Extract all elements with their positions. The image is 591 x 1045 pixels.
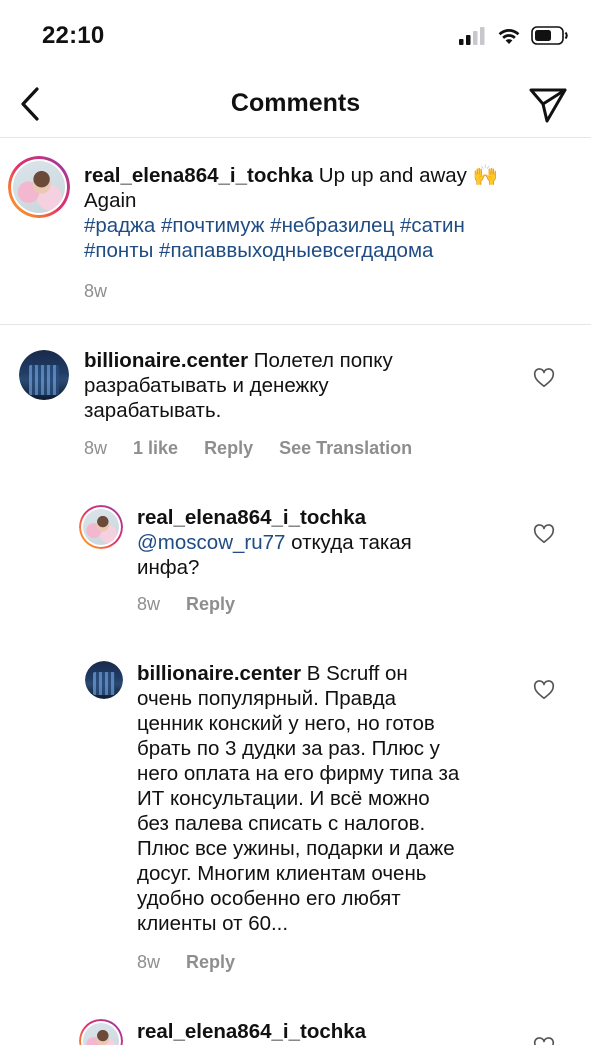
comment-username[interactable]: real_elena864_i_tochka — [137, 1020, 366, 1043]
like-heart-icon[interactable] — [533, 679, 555, 701]
reply-button[interactable]: Reply — [204, 438, 253, 459]
like-heart-icon[interactable] — [533, 1036, 555, 1045]
avatar[interactable] — [79, 1019, 123, 1045]
status-bar: 22:10 — [0, 0, 591, 72]
mention-link[interactable]: @moscow_ru77 — [137, 531, 285, 554]
wifi-icon — [498, 28, 520, 44]
cellular-signal-icon — [459, 26, 485, 45]
avatar[interactable] — [19, 350, 69, 400]
likes-count[interactable]: 1 like — [133, 438, 178, 459]
comment-meta: 8w 1 like Reply See Translation — [84, 438, 412, 459]
status-time: 22:10 — [42, 22, 105, 49]
see-translation-button[interactable]: See Translation — [279, 438, 412, 459]
status-icons — [459, 26, 569, 45]
caption-hashtags-1[interactable]: #раджа #почтимуж #небразилец #сатин — [84, 214, 465, 237]
comment-time: 8w — [84, 438, 108, 458]
caption-username[interactable]: real_elena864_i_tochka — [84, 164, 313, 187]
comment-meta: 8w Reply — [137, 952, 235, 973]
page-title: Comments — [230, 89, 361, 117]
avatar[interactable] — [85, 661, 123, 699]
caption-hashtags-2[interactable]: #понты #папаввыходныевсегдадома — [84, 239, 433, 262]
comment-time: 8w — [137, 952, 161, 972]
comment-text: billionaire.center Полетел попку разраба… — [84, 349, 393, 422]
comment-time: 8w — [137, 594, 161, 614]
comment-username[interactable]: billionaire.center — [84, 349, 248, 372]
comment-meta: 8w Reply — [137, 594, 235, 615]
comment-text: billionaire.center В Scruff он очень поп… — [137, 662, 460, 935]
comment-text: real_elena864_i_tochka — [137, 1019, 527, 1044]
comment-text: real_elena864_i_tochka @moscow_ru77 отку… — [137, 506, 412, 579]
reply-button[interactable]: Reply — [186, 594, 235, 615]
avatar[interactable] — [79, 505, 123, 549]
caption-line-1: Up up and away 🙌 — [313, 164, 499, 187]
comment-username[interactable]: real_elena864_i_tochka — [137, 506, 366, 529]
caption-line-2: Again — [84, 189, 137, 212]
caption-text: real_elena864_i_tochka Up up and away 🙌 … — [84, 163, 564, 263]
like-heart-icon[interactable] — [533, 367, 555, 389]
battery-icon — [531, 26, 568, 45]
caption-time: 8w — [84, 281, 108, 301]
send-icon — [529, 88, 567, 123]
comment-username[interactable]: billionaire.center — [137, 662, 301, 685]
avatar[interactable] — [8, 156, 70, 218]
nav-bar: Comments — [0, 72, 591, 138]
like-heart-icon[interactable] — [533, 523, 555, 545]
caption-meta: 8w — [84, 281, 107, 302]
reply-button[interactable]: Reply — [186, 952, 235, 973]
share-button[interactable] — [527, 84, 569, 126]
post-caption: real_elena864_i_tochka Up up and away 🙌 … — [0, 139, 591, 325]
